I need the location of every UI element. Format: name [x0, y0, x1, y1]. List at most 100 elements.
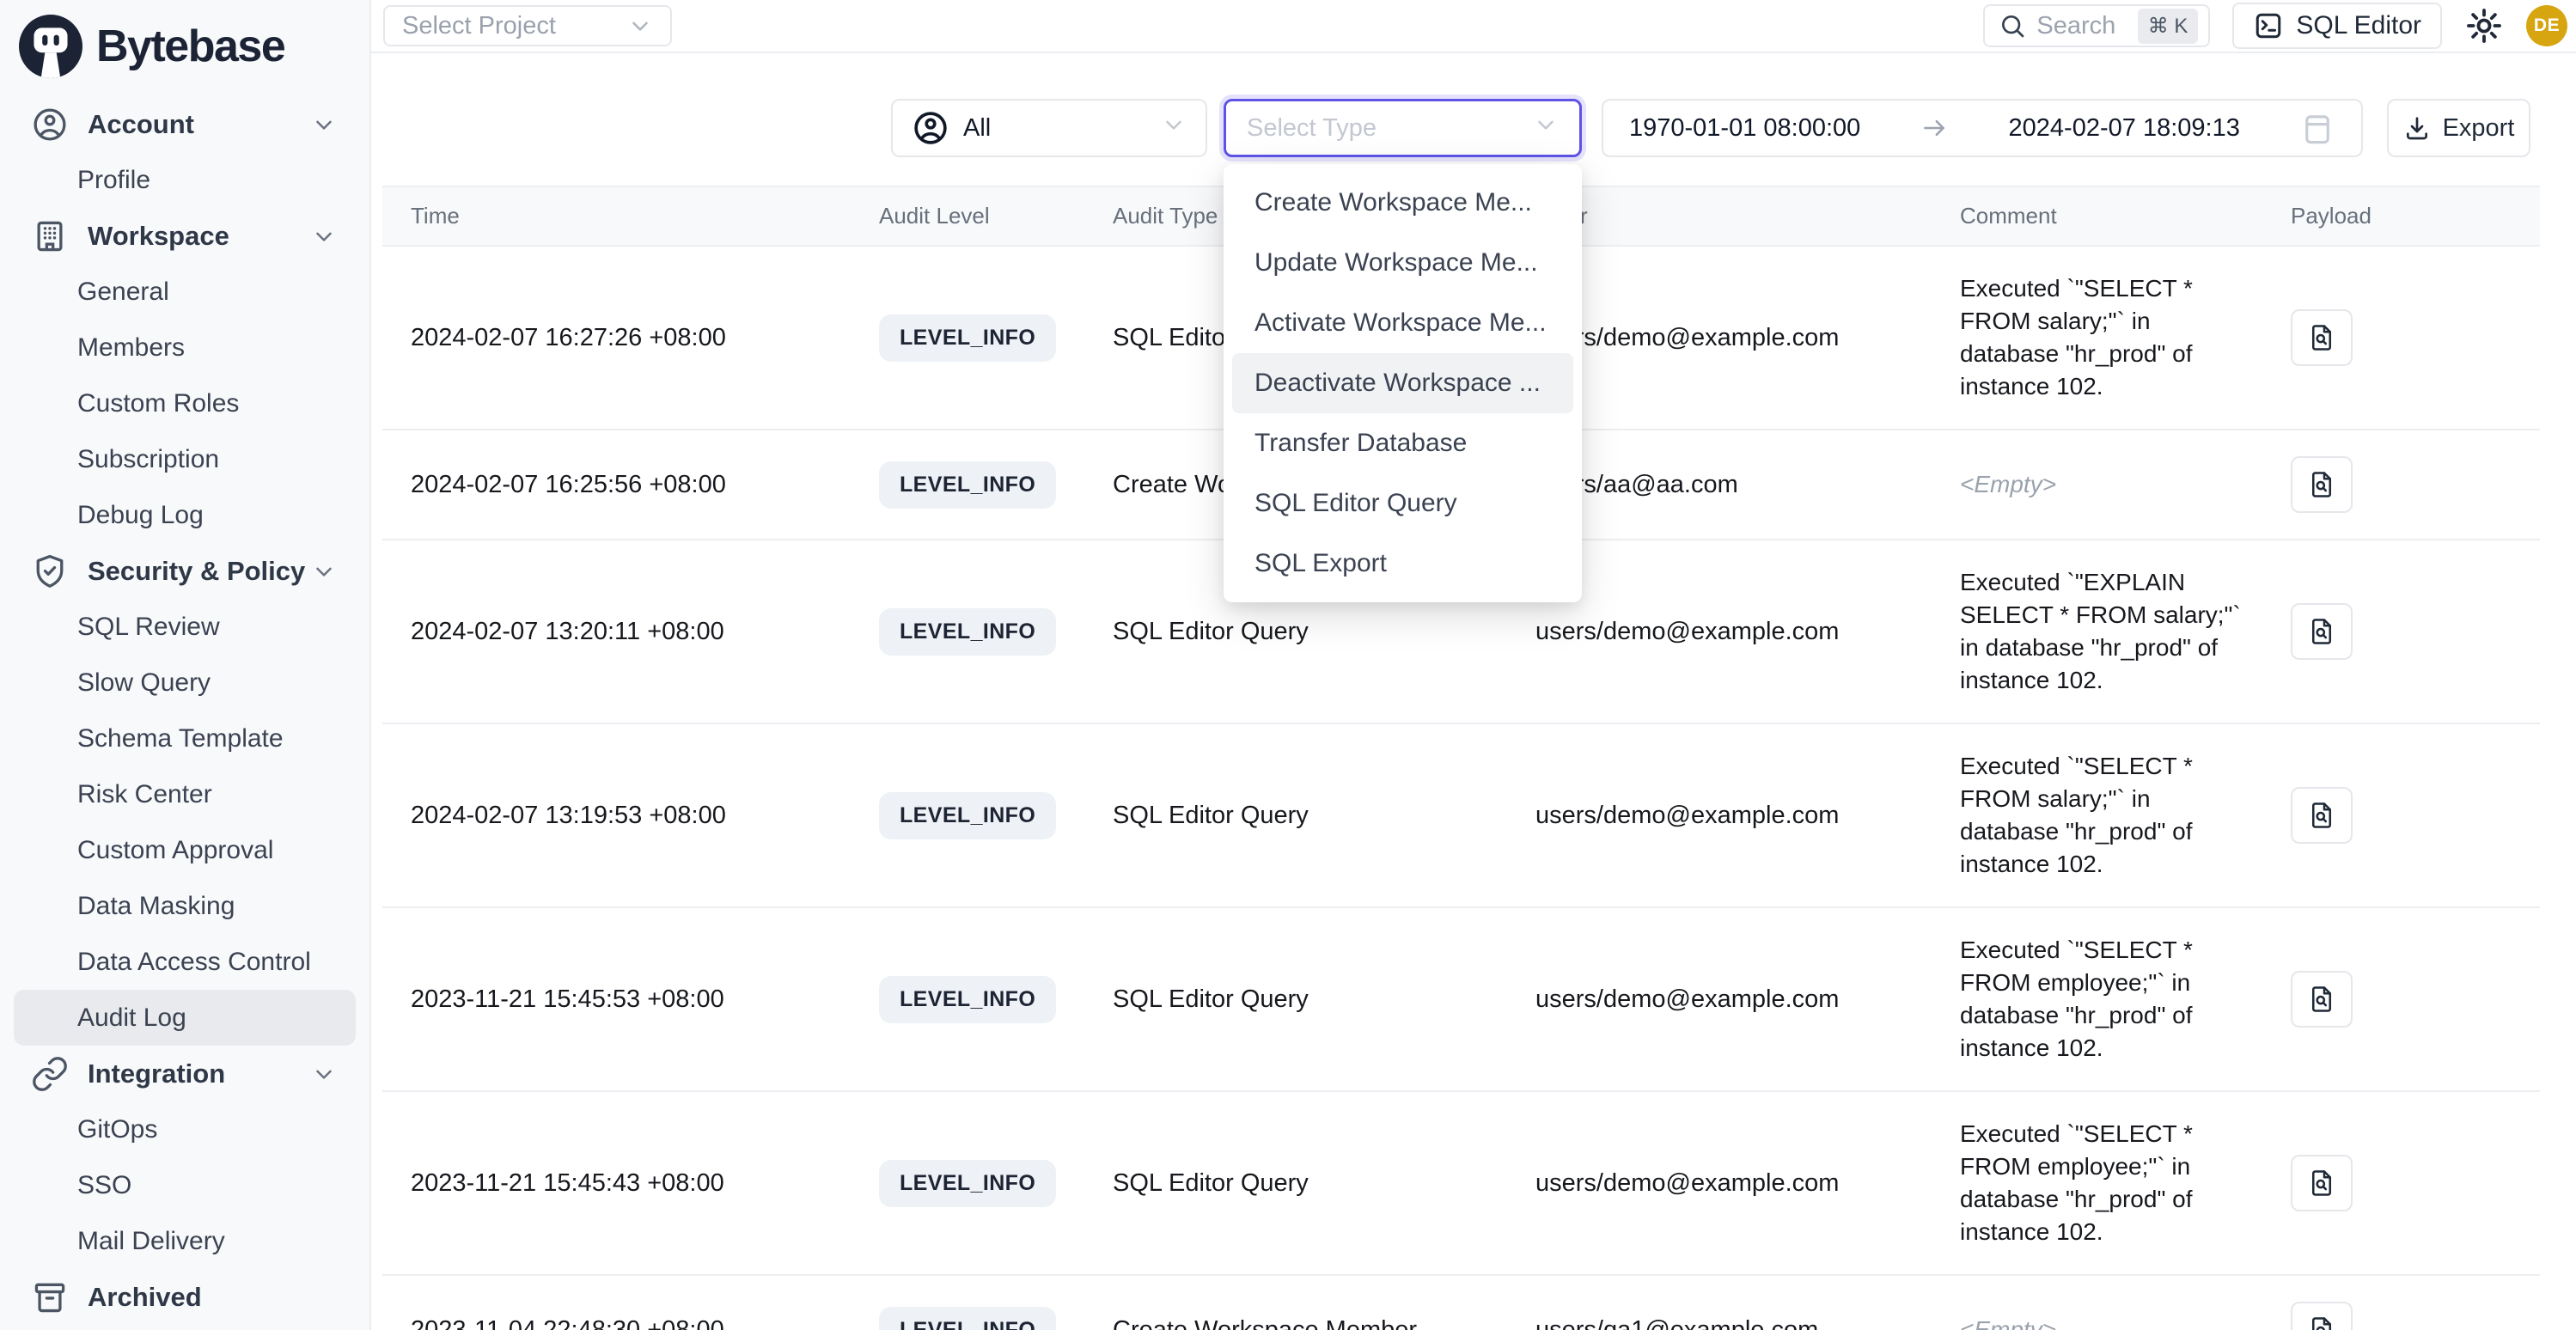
sidebar-item-schema-template[interactable]: Schema Template — [0, 711, 369, 766]
type-filter-select[interactable]: Select Type — [1224, 99, 1582, 157]
actor-filter-select[interactable]: All — [891, 99, 1207, 157]
cell-actor: users/demo@example.com — [1535, 723, 1960, 907]
table-row: 2024-02-07 13:19:53 +08:00 LEVEL_INFO SQ… — [382, 723, 2540, 907]
payload-view-button[interactable] — [2291, 1302, 2353, 1330]
search-input[interactable]: Search ⌘ K — [1983, 4, 2210, 47]
sidebar-section-account[interactable]: Account — [0, 96, 369, 152]
building-icon — [31, 217, 69, 255]
actor-filter-value: All — [963, 114, 991, 143]
search-icon — [1999, 12, 2026, 40]
sidebar-item-custom-roles[interactable]: Custom Roles — [0, 375, 369, 431]
cell-time: 2024-02-07 13:20:11 +08:00 — [382, 540, 879, 723]
sidebar-item-audit-log[interactable]: Audit Log — [14, 990, 356, 1046]
column-header-payload: Payload — [2291, 186, 2540, 246]
sidebar-item-subscription[interactable]: Subscription — [0, 431, 369, 487]
search-shortcut-kbd: ⌘ K — [2138, 9, 2199, 44]
arrow-right-icon — [1920, 113, 1949, 143]
sidebar-section-archived[interactable]: Archived — [0, 1269, 369, 1325]
type-menu-item-deactivate-workspace[interactable]: Deactivate Workspace ... — [1232, 353, 1573, 413]
level-badge: LEVEL_INFO — [879, 976, 1056, 1023]
sidebar-section-security-policy[interactable]: Security & Policy — [0, 543, 369, 599]
sidebar-item-data-masking[interactable]: Data Masking — [0, 878, 369, 934]
cell-audit-level: LEVEL_INFO — [879, 907, 1113, 1091]
payload-view-button[interactable] — [2291, 309, 2353, 366]
cell-time: 2023-11-04 22:48:30 +08:00 — [382, 1275, 879, 1330]
sidebar-item-gitops[interactable]: GitOps — [0, 1101, 369, 1157]
date-range-picker[interactable]: 1970-01-01 08:00:00 2024-02-07 18:09:13 — [1602, 99, 2363, 157]
type-menu-item-transfer-database[interactable]: Transfer Database — [1232, 413, 1573, 473]
sidebar-item-sql-review[interactable]: SQL Review — [0, 599, 369, 655]
column-header-audit-level: Audit Level — [879, 186, 1113, 246]
cell-actor: users/qa1@example.com — [1535, 1275, 1960, 1330]
sidebar-item-members[interactable]: Members — [0, 320, 369, 375]
main-column: Select Project Search ⌘ K SQL — [371, 0, 2576, 1330]
table-row: 2023-11-04 22:48:30 +08:00 LEVEL_INFO Cr… — [382, 1275, 2540, 1330]
sidebar-item-slow-query[interactable]: Slow Query — [0, 655, 369, 711]
bytebase-logo[interactable]: Bytebase — [0, 0, 369, 89]
cell-audit-level: LEVEL_INFO — [879, 1091, 1113, 1275]
sidebar-item-data-access-control[interactable]: Data Access Control — [0, 934, 369, 990]
sidebar-section-workspace[interactable]: Workspace — [0, 208, 369, 264]
level-badge: LEVEL_INFO — [879, 1160, 1056, 1207]
sql-editor-button[interactable]: SQL Editor — [2232, 3, 2442, 49]
gear-icon[interactable] — [2464, 6, 2504, 46]
chevron-down-icon — [311, 1061, 337, 1087]
type-filter-placeholder: Select Type — [1247, 114, 1377, 143]
export-label: Export — [2443, 114, 2515, 143]
cell-actor: users/demo@example.com — [1535, 1091, 1960, 1275]
chevron-down-icon — [311, 223, 337, 249]
cell-audit-type: SQL Editor Query — [1113, 907, 1535, 1091]
type-menu-item-sql-editor-query[interactable]: SQL Editor Query — [1232, 473, 1573, 534]
shield-check-icon — [31, 552, 69, 590]
level-badge: LEVEL_INFO — [879, 314, 1056, 362]
cell-payload — [2291, 907, 2540, 1091]
cell-payload — [2291, 540, 2540, 723]
sidebar-item-mail-delivery[interactable]: Mail Delivery — [0, 1213, 369, 1269]
payload-view-button[interactable] — [2291, 971, 2353, 1028]
type-menu-item-sql-export[interactable]: SQL Export — [1232, 534, 1573, 594]
date-to: 2024-02-07 18:09:13 — [2009, 114, 2240, 143]
payload-view-button[interactable] — [2291, 603, 2353, 660]
type-menu-item-create-workspace-me[interactable]: Create Workspace Me... — [1232, 173, 1573, 233]
cell-payload — [2291, 246, 2540, 430]
sidebar: Bytebase AccountProfileWorkspaceGeneralM… — [0, 0, 371, 1330]
cell-time: 2024-02-07 13:19:53 +08:00 — [382, 723, 879, 907]
terminal-icon — [2253, 10, 2284, 41]
calendar-icon — [2299, 110, 2335, 146]
sidebar-section-label: Integration — [88, 1059, 225, 1089]
sidebar-item-sso[interactable]: SSO — [0, 1157, 369, 1213]
level-badge: LEVEL_INFO — [879, 792, 1056, 839]
export-button[interactable]: Export — [2387, 99, 2530, 157]
cell-actor: users/aa@aa.com — [1535, 430, 1960, 540]
project-select[interactable]: Select Project — [383, 5, 672, 46]
cell-payload — [2291, 430, 2540, 540]
payload-view-button[interactable] — [2291, 787, 2353, 844]
file-search-icon — [2306, 616, 2337, 647]
sidebar-item-custom-approval[interactable]: Custom Approval — [0, 822, 369, 878]
cell-comment: <Empty> — [1960, 1275, 2291, 1330]
sidebar-item-risk-center[interactable]: Risk Center — [0, 766, 369, 822]
app-root: Bytebase AccountProfileWorkspaceGeneralM… — [0, 0, 2576, 1330]
file-search-icon — [2306, 800, 2337, 831]
type-menu-item-update-workspace-me[interactable]: Update Workspace Me... — [1232, 233, 1573, 293]
bytebase-logo-icon — [19, 15, 82, 78]
cell-audit-type: SQL Editor Query — [1113, 1091, 1535, 1275]
table-row: 2023-11-21 15:45:53 +08:00 LEVEL_INFO SQ… — [382, 907, 2540, 1091]
sidebar-item-general[interactable]: General — [0, 264, 369, 320]
content: All Select Type 1970-01-01 08:00:00 2024… — [371, 53, 2576, 1330]
cell-comment: Executed `"SELECT * FROM salary;"` in da… — [1960, 723, 2291, 907]
sidebar-section-label: Account — [88, 109, 194, 140]
sidebar-item-debug-log[interactable]: Debug Log — [0, 487, 369, 543]
payload-view-button[interactable] — [2291, 456, 2353, 513]
sidebar-item-profile[interactable]: Profile — [0, 152, 369, 208]
cell-audit-level: LEVEL_INFO — [879, 246, 1113, 430]
sidebar-section-integration[interactable]: Integration — [0, 1046, 369, 1101]
chevron-down-icon — [311, 112, 337, 137]
payload-view-button[interactable] — [2291, 1155, 2353, 1211]
sidebar-section-label: Archived — [88, 1282, 202, 1313]
avatar[interactable]: DE — [2526, 5, 2567, 46]
type-menu-item-activate-workspace-me[interactable]: Activate Workspace Me... — [1232, 293, 1573, 353]
link-icon — [31, 1055, 69, 1093]
cell-payload — [2291, 1091, 2540, 1275]
topbar-right: Search ⌘ K SQL Editor DE — [1983, 3, 2567, 49]
